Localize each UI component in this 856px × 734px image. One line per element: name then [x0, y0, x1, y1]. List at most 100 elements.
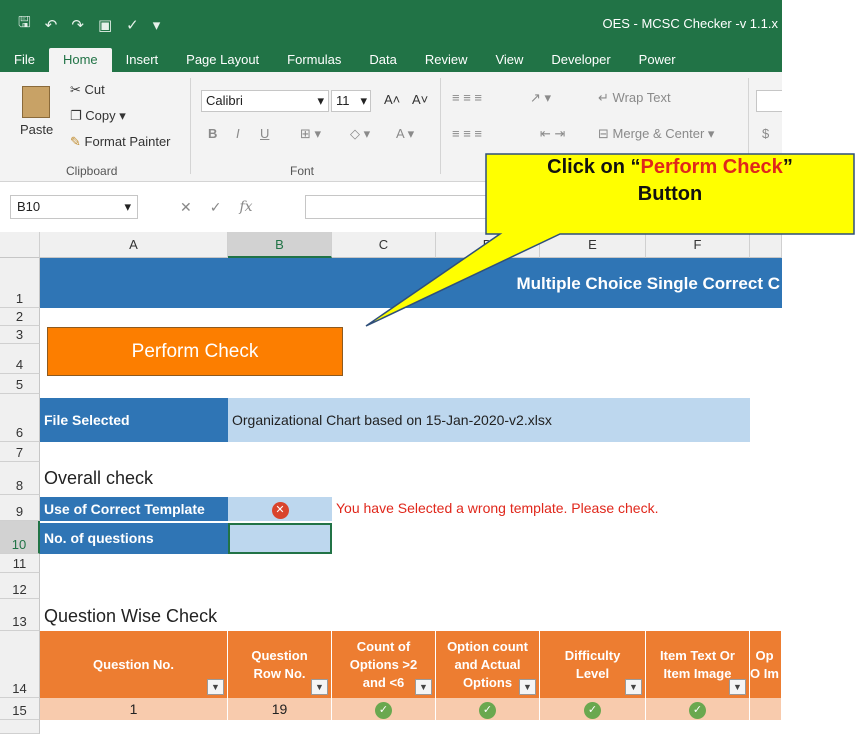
wrap-text-icon: ↵ — [598, 90, 609, 105]
merge-center-button[interactable]: ⊟ Merge & Center ▾ — [598, 126, 714, 142]
currency-button[interactable]: $ — [762, 126, 769, 141]
increase-font-icon[interactable]: A˄ — [384, 92, 400, 107]
row-header-11[interactable]: 11 — [0, 554, 40, 573]
cell-question-no[interactable]: 1 — [40, 698, 228, 720]
excel-window: 🖫 ↶ ↷ ▣ ✓ ▾ OES - MCSC Checker -v 1.1.x … — [0, 0, 782, 734]
filter-dropdown-icon[interactable]: ▼ — [311, 679, 328, 695]
file-selected-value[interactable]: Organizational Chart based on 15-Jan-202… — [228, 398, 750, 442]
tab-data[interactable]: Data — [355, 48, 410, 72]
header-option-image: Op O Im — [750, 631, 782, 698]
row-header-7[interactable]: 7 — [0, 442, 40, 462]
cell-item-text[interactable]: ✓ — [646, 698, 750, 720]
error-x-icon: ✕ — [271, 502, 289, 519]
tab-formulas[interactable]: Formulas — [273, 48, 355, 72]
column-header-g[interactable] — [750, 232, 782, 258]
row-header-14[interactable]: 14 — [0, 631, 40, 698]
tab-page-layout[interactable]: Page Layout — [172, 48, 273, 72]
filter-dropdown-icon[interactable]: ▼ — [415, 679, 432, 695]
filter-dropdown-icon[interactable]: ▼ — [625, 679, 642, 695]
row-header-8[interactable]: 8 — [0, 462, 40, 495]
row-header-9[interactable]: 9 — [0, 495, 40, 521]
row-header-16[interactable] — [0, 720, 40, 734]
customize-qat-icon[interactable]: ▾ — [153, 16, 161, 34]
name-box[interactable]: B10 ▾ — [10, 195, 138, 219]
camera-icon[interactable]: ▣ — [98, 16, 112, 34]
fill-color-icon[interactable]: ◇ ▾ — [350, 126, 370, 142]
column-header-d[interactable]: D — [436, 232, 540, 258]
row-header-12[interactable]: 12 — [0, 573, 40, 599]
row-header-4[interactable]: 4 — [0, 344, 40, 374]
row-header-15[interactable]: 15 — [0, 698, 40, 720]
copy-icon: ❐ — [70, 108, 86, 123]
filter-dropdown-icon[interactable]: ▼ — [729, 679, 746, 695]
tab-view[interactable]: View — [481, 48, 537, 72]
row-header-2[interactable]: 2 — [0, 308, 40, 326]
header-difficulty-level: Difficulty Level ▼ — [540, 631, 646, 698]
group-separator — [440, 78, 441, 174]
column-header-e[interactable]: E — [540, 232, 646, 258]
spellcheck-icon[interactable]: ✓ — [126, 16, 139, 34]
cell-question-row-no[interactable]: 19 — [228, 698, 332, 720]
underline-button[interactable]: U — [260, 126, 269, 141]
cell-option-image[interactable] — [750, 698, 782, 720]
row-header-10[interactable]: 10 — [0, 521, 40, 554]
formula-controls: ✕ ✓ fx — [150, 195, 300, 219]
undo-icon[interactable]: ↶ — [45, 16, 58, 34]
column-header-a[interactable]: A — [40, 232, 228, 258]
merge-icon: ⊟ — [598, 126, 609, 141]
perform-check-button[interactable]: Perform Check — [47, 327, 343, 376]
tab-review[interactable]: Review — [411, 48, 482, 72]
font-size-select[interactable]: 11 ▾ — [331, 90, 371, 112]
header-item-text: Item Text Or Item Image ▼ — [646, 631, 750, 698]
row-header-1[interactable]: 1 — [0, 258, 40, 308]
insert-function-button[interactable]: fx — [239, 199, 252, 215]
no-questions-cell[interactable] — [228, 523, 332, 554]
number-format-select[interactable] — [756, 90, 782, 112]
font-name-select[interactable]: Calibri ▾ — [201, 90, 329, 112]
check-icon: ✓ — [689, 701, 706, 719]
cancel-icon[interactable]: ✕ — [180, 199, 192, 216]
cell-option-count[interactable]: ✓ — [436, 698, 540, 720]
column-header-f[interactable]: F — [646, 232, 750, 258]
select-all-corner[interactable] — [0, 232, 40, 258]
save-icon[interactable]: 🖫 — [18, 12, 31, 37]
column-header-b[interactable]: B — [228, 232, 332, 258]
redo-icon[interactable]: ↷ — [71, 16, 84, 34]
tab-power[interactable]: Power — [625, 48, 690, 72]
row-header-5[interactable]: 5 — [0, 374, 40, 394]
filter-dropdown-icon[interactable]: ▼ — [519, 679, 536, 695]
row-header-6[interactable]: 6 — [0, 394, 40, 442]
bold-button[interactable]: B — [208, 126, 217, 141]
orientation-icon[interactable]: ↗ ▾ — [530, 90, 551, 106]
correct-template-status[interactable]: ✕ — [228, 497, 332, 521]
format-painter-button[interactable]: ✎ Format Painter — [70, 134, 171, 150]
italic-button[interactable]: I — [236, 126, 240, 141]
borders-icon[interactable]: ⊞ ▾ — [300, 126, 321, 142]
decrease-font-icon[interactable]: A˅ — [412, 92, 428, 107]
filter-dropdown-icon[interactable]: ▼ — [207, 679, 224, 695]
indent-icon[interactable]: ⇤ ⇥ — [540, 126, 565, 142]
paste-button[interactable]: Paste — [20, 122, 53, 137]
row-header-13[interactable]: 13 — [0, 599, 40, 631]
tab-developer[interactable]: Developer — [537, 48, 624, 72]
cell-difficulty-level[interactable]: ✓ — [540, 698, 646, 720]
copy-button[interactable]: ❐ Copy ▾ — [70, 108, 126, 124]
tab-insert[interactable]: Insert — [112, 48, 173, 72]
row-header-3[interactable]: 3 — [0, 326, 40, 344]
clipboard-group-label: Clipboard — [66, 164, 118, 178]
paste-icon[interactable] — [22, 86, 50, 118]
wrap-text-button[interactable]: ↵ Wrap Text — [598, 90, 671, 106]
window-title: OES - MCSC Checker -v 1.1.x — [602, 16, 778, 31]
scissors-icon: ✂ — [70, 82, 85, 97]
left-align-icon[interactable]: ≡ ≡ ≡ — [452, 126, 482, 141]
font-color-icon[interactable]: A ▾ — [396, 126, 414, 142]
enter-icon[interactable]: ✓ — [210, 199, 222, 216]
column-header-c[interactable]: C — [332, 232, 436, 258]
tab-home[interactable]: Home — [48, 48, 112, 72]
cell-count-options[interactable]: ✓ — [332, 698, 436, 720]
tab-file[interactable]: File — [0, 48, 49, 72]
cut-button[interactable]: ✂ Cut — [70, 82, 105, 98]
title-bar: 🖫 ↶ ↷ ▣ ✓ ▾ OES - MCSC Checker -v 1.1.x — [0, 0, 782, 46]
top-align-icon[interactable]: ≡ ≡ ≡ — [452, 90, 482, 105]
check-icon: ✓ — [479, 701, 496, 719]
